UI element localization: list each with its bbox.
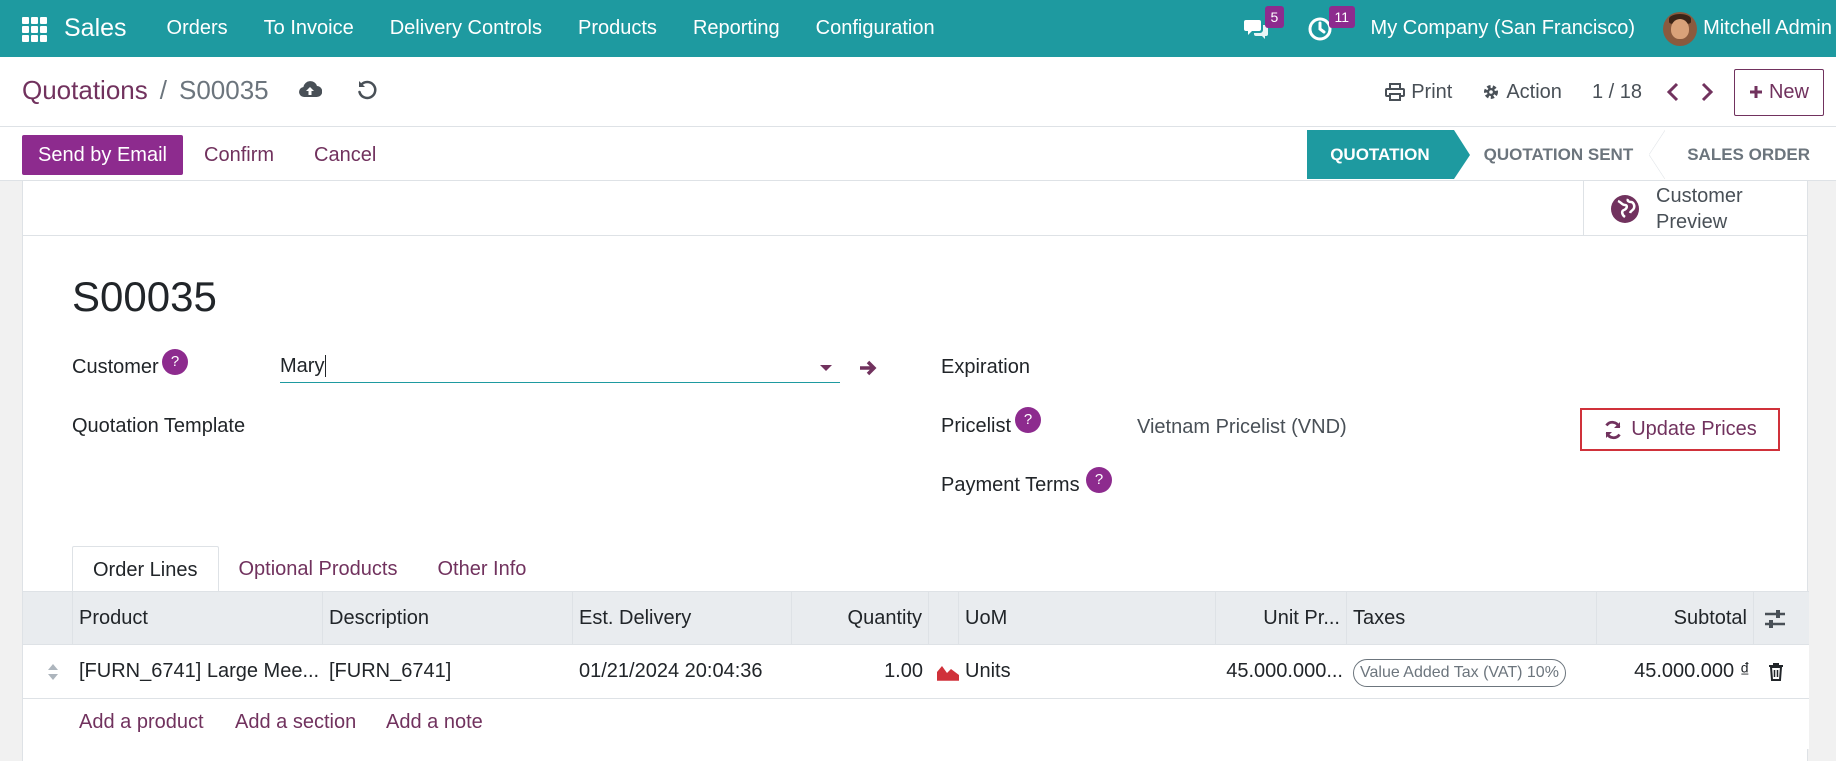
- customer-dropdown-caret-icon[interactable]: [820, 365, 832, 371]
- activities-menu[interactable]: 11: [1307, 0, 1356, 57]
- add-product-link[interactable]: Add a product: [79, 711, 204, 734]
- new-button[interactable]: New: [1733, 68, 1824, 116]
- customer-label: Customer: [72, 356, 159, 378]
- menu-reporting[interactable]: Reporting: [693, 17, 780, 40]
- messages-menu[interactable]: 5: [1243, 0, 1285, 57]
- col-est-delivery[interactable]: Est. Delivery: [573, 592, 792, 645]
- customer-help-icon[interactable]: ?: [162, 349, 188, 375]
- pager-value[interactable]: 1 / 18: [1592, 81, 1642, 104]
- tab-optional-products[interactable]: Optional Products: [219, 546, 418, 592]
- cell-taxes[interactable]: Value Added Tax (VAT) 10%: [1353, 645, 1593, 698]
- order-lines-table: Product Description Est. Delivery Quanti…: [23, 591, 1809, 749]
- form-sheet: Customer Preview S00035 Customer ? Mary …: [22, 181, 1809, 761]
- apps-menu-icon[interactable]: [22, 16, 48, 42]
- company-switcher[interactable]: My Company (San Francisco): [1371, 17, 1636, 40]
- confirm-button[interactable]: Confirm: [204, 135, 274, 175]
- tab-order-lines[interactable]: Order Lines: [72, 546, 219, 592]
- new-label: New: [1768, 80, 1809, 103]
- add-line-row: Add a product Add a section Add a note: [23, 699, 1809, 749]
- menu-orders[interactable]: Orders: [167, 17, 228, 40]
- arrow-right-icon[interactable]: [858, 359, 878, 377]
- status-steps: QUOTATION QUOTATION SENT SALES ORDER: [1307, 130, 1836, 179]
- pricelist-label: Pricelist: [941, 415, 1012, 437]
- payment-terms-label: Payment Terms: [941, 474, 1080, 496]
- cloud-upload-icon[interactable]: [298, 79, 322, 99]
- form-statusbar: Send by Email Confirm Cancel QUOTATION Q…: [0, 127, 1836, 181]
- discard-changes-icon[interactable]: [356, 79, 378, 101]
- cell-unit-price[interactable]: 45.000.000...: [1216, 645, 1343, 698]
- chevron-left-icon[interactable]: [1666, 82, 1680, 102]
- print-button[interactable]: Print: [1385, 81, 1452, 104]
- messages-badge: 5: [1264, 6, 1285, 28]
- breadcrumb-current: S00035: [178, 75, 269, 105]
- update-prices-label: Update Prices: [1631, 418, 1757, 440]
- col-product[interactable]: Product: [73, 592, 323, 645]
- print-label: Print: [1411, 80, 1453, 103]
- cell-quantity[interactable]: 1.00: [792, 645, 923, 698]
- navbar-systray: 5 11 My Company (San Francisco) Mitchell…: [1243, 0, 1836, 57]
- breadcrumb-quotations[interactable]: Quotations: [22, 75, 148, 106]
- breadcrumb: Quotations / S00035: [22, 75, 269, 106]
- app-brand[interactable]: Sales: [64, 14, 127, 43]
- quotation-template-label: Quotation Template: [72, 415, 246, 437]
- cell-uom[interactable]: Units: [965, 645, 1205, 698]
- col-uom[interactable]: UoM: [959, 592, 1216, 645]
- breadcrumb-separator: /: [159, 75, 167, 105]
- menu-delivery-controls[interactable]: Delivery Controls: [390, 17, 542, 40]
- customer-input[interactable]: Mary: [280, 351, 840, 383]
- plus-icon: [1749, 86, 1762, 98]
- top-navbar: Sales Orders To Invoice Delivery Control…: [0, 0, 1836, 57]
- record-name: S00035: [72, 273, 217, 320]
- table-header: Product Description Est. Delivery Quanti…: [23, 591, 1809, 645]
- refresh-icon: [1605, 420, 1621, 439]
- notebook-tabs: Order Lines Optional Products Other Info: [72, 546, 546, 592]
- delete-icon[interactable]: [1768, 662, 1784, 681]
- cell-description[interactable]: [FURN_6741]: [329, 645, 569, 698]
- user-menu[interactable]: Mitchell Admin: [1703, 17, 1832, 40]
- chevron-right-icon[interactable]: [1700, 82, 1714, 102]
- customer-preview-button[interactable]: Customer Preview: [1583, 181, 1807, 236]
- tax-tag[interactable]: Value Added Tax (VAT) 10%: [1353, 659, 1566, 687]
- menu-configuration[interactable]: Configuration: [816, 17, 935, 40]
- col-quantity[interactable]: Quantity: [792, 592, 929, 645]
- cell-est-delivery[interactable]: 01/21/2024 20:04:36: [579, 645, 789, 698]
- action-button[interactable]: Action: [1482, 81, 1562, 104]
- cell-product[interactable]: [FURN_6741] Large Mee...: [79, 645, 319, 698]
- table-row[interactable]: [FURN_6741] Large Mee... [FURN_6741] 01/…: [23, 645, 1809, 699]
- action-label: Action: [1506, 80, 1562, 103]
- expiration-label: Expiration: [941, 356, 1030, 378]
- drag-handle-icon[interactable]: [47, 663, 59, 681]
- update-prices-button[interactable]: Update Prices: [1580, 408, 1780, 451]
- cancel-button[interactable]: Cancel: [314, 135, 376, 175]
- print-icon: [1385, 83, 1406, 101]
- user-avatar[interactable]: [1663, 11, 1698, 46]
- status-step-quotation[interactable]: QUOTATION: [1307, 130, 1471, 179]
- smart-button-box: Customer Preview: [23, 181, 1807, 236]
- forecast-chart-icon[interactable]: [936, 663, 960, 681]
- gear-icon: [1484, 85, 1499, 99]
- menu-products[interactable]: Products: [578, 17, 657, 40]
- cell-subtotal: 45.000.000 ₫: [1634, 660, 1750, 682]
- control-panel-right: Print Action 1 / 18 New: [1385, 57, 1836, 127]
- col-subtotal[interactable]: Subtotal: [1597, 592, 1754, 645]
- customer-value: Mary: [280, 355, 325, 377]
- col-description[interactable]: Description: [323, 592, 573, 645]
- status-step-quotation-sent[interactable]: QUOTATION SENT: [1454, 130, 1665, 179]
- status-step-sales-order[interactable]: SALES ORDER: [1657, 130, 1836, 179]
- payment-terms-help-icon[interactable]: ?: [1086, 467, 1112, 493]
- customer-preview-label: Customer Preview: [1656, 184, 1743, 233]
- tab-other-info[interactable]: Other Info: [417, 546, 546, 592]
- add-note-link[interactable]: Add a note: [386, 711, 483, 734]
- send-by-email-button[interactable]: Send by Email: [22, 135, 183, 175]
- menu-to-invoice[interactable]: To Invoice: [264, 17, 354, 40]
- col-taxes[interactable]: Taxes: [1347, 592, 1597, 645]
- add-section-link[interactable]: Add a section: [235, 711, 356, 734]
- optional-columns-icon[interactable]: [1764, 609, 1786, 629]
- activities-badge: 11: [1328, 6, 1356, 28]
- col-unit-price[interactable]: Unit Pr...: [1216, 592, 1347, 645]
- control-panel: Quotations / S00035 Print Action 1 / 18 …: [0, 57, 1836, 127]
- pricelist-value[interactable]: Vietnam Pricelist (VND): [1137, 416, 1347, 439]
- pricelist-help-icon[interactable]: ?: [1015, 407, 1041, 433]
- globe-icon: [1611, 194, 1639, 223]
